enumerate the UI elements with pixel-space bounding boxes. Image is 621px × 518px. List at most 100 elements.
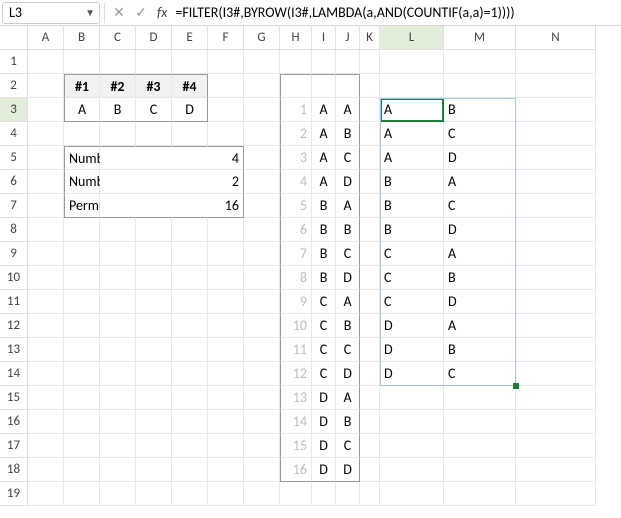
cell-G15[interactable]: [244, 386, 280, 410]
cell-M4[interactable]: C: [444, 122, 516, 146]
cell-C18[interactable]: [100, 458, 136, 482]
cell-H1[interactable]: [280, 50, 312, 74]
cell-A14[interactable]: [28, 362, 64, 386]
col-header-E[interactable]: E: [172, 26, 208, 50]
cell-I17[interactable]: D: [312, 434, 336, 458]
cell-K5[interactable]: [360, 146, 380, 170]
cell-K18[interactable]: [360, 458, 380, 482]
cell-A19[interactable]: [28, 482, 64, 506]
cell-L16[interactable]: [380, 410, 444, 434]
cell-N10[interactable]: [516, 266, 596, 290]
cell-A4[interactable]: [28, 122, 64, 146]
cell-B15[interactable]: [64, 386, 100, 410]
cell-L11[interactable]: C: [380, 290, 444, 314]
cell-L7[interactable]: B: [380, 194, 444, 218]
cell-M1[interactable]: [444, 50, 516, 74]
cell-C10[interactable]: [100, 266, 136, 290]
cell-I4[interactable]: A: [312, 122, 336, 146]
row-header-7[interactable]: 7: [0, 194, 28, 218]
cell-J14[interactable]: D: [336, 362, 360, 386]
cell-J4[interactable]: B: [336, 122, 360, 146]
col-header-H[interactable]: H: [280, 26, 312, 50]
cell-D1[interactable]: [136, 50, 172, 74]
cell-K1[interactable]: [360, 50, 380, 74]
row-header-12[interactable]: 12: [0, 314, 28, 338]
cell-N17[interactable]: [516, 434, 596, 458]
cell-G13[interactable]: [244, 338, 280, 362]
cell-D8[interactable]: [136, 218, 172, 242]
col-header-J[interactable]: J: [336, 26, 360, 50]
cell-H5[interactable]: 3: [280, 146, 312, 170]
cell-L17[interactable]: [380, 434, 444, 458]
cell-M7[interactable]: C: [444, 194, 516, 218]
cell-F4[interactable]: [208, 122, 244, 146]
cell-N16[interactable]: [516, 410, 596, 434]
cell-H7[interactable]: 5: [280, 194, 312, 218]
cell-C14[interactable]: [100, 362, 136, 386]
cell-J3[interactable]: A: [336, 98, 360, 122]
cell-C16[interactable]: [100, 410, 136, 434]
cell-H15[interactable]: 13: [280, 386, 312, 410]
cell-K13[interactable]: [360, 338, 380, 362]
cell-K6[interactable]: [360, 170, 380, 194]
cell-N8[interactable]: [516, 218, 596, 242]
cell-E12[interactable]: [172, 314, 208, 338]
row-header-5[interactable]: 5: [0, 146, 28, 170]
cell-M11[interactable]: D: [444, 290, 516, 314]
cell-B18[interactable]: [64, 458, 100, 482]
cell-C4[interactable]: [100, 122, 136, 146]
cell-C7[interactable]: [100, 194, 136, 218]
cell-M3[interactable]: B: [444, 98, 516, 122]
cell-B3[interactable]: A: [64, 98, 100, 122]
cell-J18[interactable]: D: [336, 458, 360, 482]
col-header-I[interactable]: I: [312, 26, 336, 50]
cell-K9[interactable]: [360, 242, 380, 266]
cell-B16[interactable]: [64, 410, 100, 434]
cell-I10[interactable]: B: [312, 266, 336, 290]
row-header-10[interactable]: 10: [0, 266, 28, 290]
row-header-19[interactable]: 19: [0, 482, 28, 506]
cell-G8[interactable]: [244, 218, 280, 242]
cell-K16[interactable]: [360, 410, 380, 434]
cell-G16[interactable]: [244, 410, 280, 434]
cell-B10[interactable]: [64, 266, 100, 290]
cell-M5[interactable]: D: [444, 146, 516, 170]
cell-F11[interactable]: [208, 290, 244, 314]
cell-G17[interactable]: [244, 434, 280, 458]
cell-A17[interactable]: [28, 434, 64, 458]
cell-I1[interactable]: [312, 50, 336, 74]
cell-E17[interactable]: [172, 434, 208, 458]
cell-C17[interactable]: [100, 434, 136, 458]
cell-I14[interactable]: C: [312, 362, 336, 386]
cell-H17[interactable]: 15: [280, 434, 312, 458]
cell-D17[interactable]: [136, 434, 172, 458]
row-header-8[interactable]: 8: [0, 218, 28, 242]
cell-I7[interactable]: B: [312, 194, 336, 218]
col-header-B[interactable]: B: [64, 26, 100, 50]
row-header-18[interactable]: 18: [0, 458, 28, 482]
cell-B2[interactable]: #1: [64, 74, 100, 98]
col-header-D[interactable]: D: [136, 26, 172, 50]
cell-F3[interactable]: [208, 98, 244, 122]
cell-B9[interactable]: [64, 242, 100, 266]
cell-J17[interactable]: C: [336, 434, 360, 458]
cell-J11[interactable]: A: [336, 290, 360, 314]
cell-B5[interactable]: Number:: [64, 146, 100, 170]
cell-E3[interactable]: D: [172, 98, 208, 122]
cell-E18[interactable]: [172, 458, 208, 482]
cell-G3[interactable]: [244, 98, 280, 122]
cell-M2[interactable]: [444, 74, 516, 98]
cell-M19[interactable]: [444, 482, 516, 506]
spreadsheet-grid[interactable]: ABCDEFGHIJKLMN12#1#2#3#43ABCD1AAAB42ABAC…: [0, 26, 621, 506]
cell-D11[interactable]: [136, 290, 172, 314]
cell-D14[interactable]: [136, 362, 172, 386]
cell-F18[interactable]: [208, 458, 244, 482]
col-header-C[interactable]: C: [100, 26, 136, 50]
cell-L8[interactable]: B: [380, 218, 444, 242]
cell-A9[interactable]: [28, 242, 64, 266]
cell-H19[interactable]: [280, 482, 312, 506]
cell-C13[interactable]: [100, 338, 136, 362]
row-header-17[interactable]: 17: [0, 434, 28, 458]
cell-H18[interactable]: 16: [280, 458, 312, 482]
cell-D13[interactable]: [136, 338, 172, 362]
